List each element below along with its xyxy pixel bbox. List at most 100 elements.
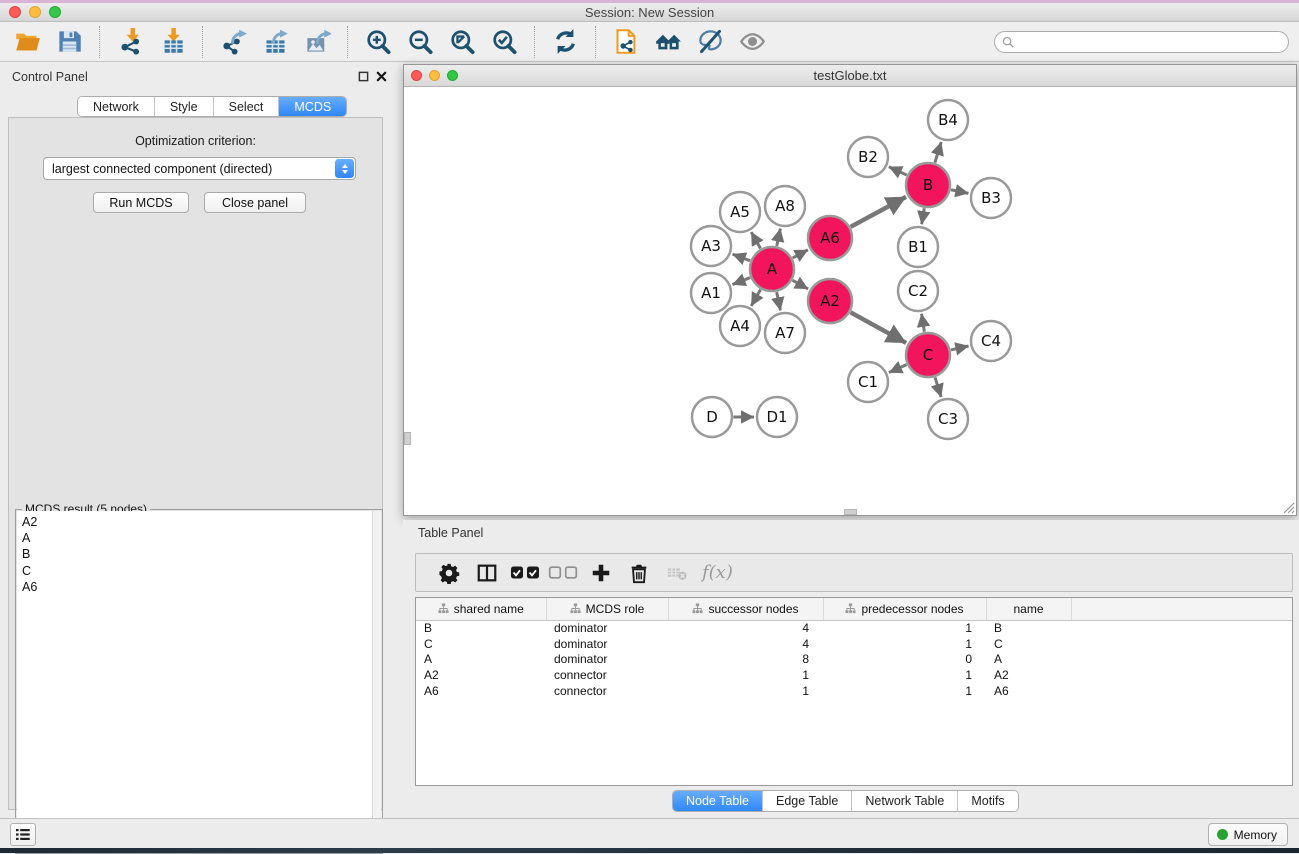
table-cell[interactable]: 1 bbox=[823, 683, 986, 699]
column-header-successor-nodes[interactable]: successor nodes bbox=[668, 598, 823, 620]
result-item[interactable]: A bbox=[17, 530, 381, 546]
table-cell[interactable]: connector bbox=[546, 683, 668, 699]
node-A8[interactable]: A8 bbox=[765, 186, 805, 226]
tab-select[interactable]: Select bbox=[214, 97, 280, 116]
toggle-style-button[interactable] bbox=[689, 25, 731, 59]
table-cell[interactable]: A bbox=[986, 651, 1071, 667]
edge-C-C3[interactable] bbox=[935, 377, 941, 397]
edge-A-A6[interactable] bbox=[793, 250, 808, 258]
canvas-hscroll-thumb[interactable] bbox=[844, 509, 857, 515]
table-cell[interactable]: B bbox=[986, 620, 1071, 636]
deselect-all-button[interactable] bbox=[544, 558, 582, 588]
criterion-dropdown[interactable]: largest connected component (directed) bbox=[43, 157, 356, 180]
table-cell[interactable]: C bbox=[986, 636, 1071, 652]
network-from-file-button[interactable] bbox=[605, 25, 647, 59]
close-panel-button[interactable]: Close panel bbox=[204, 192, 306, 213]
select-all-button[interactable] bbox=[506, 558, 544, 588]
tab-network-table[interactable]: Network Table bbox=[852, 791, 958, 811]
table-row[interactable]: A2connector11A2 bbox=[416, 667, 1292, 683]
table-cell[interactable]: C bbox=[416, 636, 546, 652]
search-input[interactable] bbox=[994, 31, 1289, 53]
add-column-button[interactable] bbox=[582, 558, 620, 588]
edge-A-A7[interactable] bbox=[777, 292, 781, 310]
column-header-shared-name[interactable]: shared name bbox=[416, 598, 546, 620]
tab-mcds[interactable]: MCDS bbox=[279, 97, 346, 116]
node-B3[interactable]: B3 bbox=[971, 178, 1011, 218]
float-panel-icon[interactable] bbox=[358, 71, 369, 82]
edge-A-A1[interactable] bbox=[732, 278, 750, 285]
export-image-button[interactable] bbox=[296, 25, 338, 59]
node-D1[interactable]: D1 bbox=[757, 397, 797, 437]
node-C4[interactable]: C4 bbox=[971, 321, 1011, 361]
node-B1[interactable]: B1 bbox=[898, 227, 938, 267]
column-header-name[interactable]: name bbox=[986, 598, 1071, 620]
tab-network[interactable]: Network bbox=[78, 97, 155, 116]
table-cell[interactable]: 4 bbox=[668, 636, 823, 652]
node-A[interactable]: A bbox=[750, 247, 794, 291]
resize-corner-icon[interactable] bbox=[1282, 501, 1295, 514]
table-row[interactable]: Bdominator41B bbox=[416, 620, 1292, 636]
table-cell[interactable]: 4 bbox=[668, 620, 823, 636]
edge-A-A4[interactable] bbox=[751, 289, 760, 305]
table-cell[interactable]: dominator bbox=[546, 636, 668, 652]
show-hide-button[interactable] bbox=[731, 25, 773, 59]
edge-A2-C[interactable] bbox=[851, 312, 907, 343]
import-table-button[interactable] bbox=[151, 25, 193, 59]
result-list-scrollbar[interactable] bbox=[372, 511, 381, 852]
tab-node-table[interactable]: Node Table bbox=[673, 791, 763, 811]
node-A1[interactable]: A1 bbox=[691, 273, 731, 313]
table-cell[interactable]: A6 bbox=[416, 683, 546, 699]
table-cell[interactable]: A2 bbox=[986, 667, 1071, 683]
table-cell[interactable]: A bbox=[416, 651, 546, 667]
column-header-MCDS-role[interactable]: MCDS role bbox=[546, 598, 668, 620]
export-network-button[interactable] bbox=[212, 25, 254, 59]
task-history-button[interactable] bbox=[10, 823, 36, 846]
tab-style[interactable]: Style bbox=[155, 97, 214, 116]
edge-C-C4[interactable] bbox=[951, 346, 969, 350]
table-cell[interactable]: 1 bbox=[668, 667, 823, 683]
edge-A-A3[interactable] bbox=[733, 254, 750, 261]
tab-motifs[interactable]: Motifs bbox=[958, 791, 1017, 811]
edge-A6-B[interactable] bbox=[851, 197, 906, 227]
node-D[interactable]: D bbox=[692, 397, 732, 437]
mcds-result-list[interactable]: A2ABCA6 bbox=[17, 511, 381, 852]
node-C[interactable]: C bbox=[906, 333, 950, 377]
node-B4[interactable]: B4 bbox=[928, 100, 968, 140]
node-B2[interactable]: B2 bbox=[848, 137, 888, 177]
node-A6[interactable]: A6 bbox=[808, 216, 852, 260]
settings-button[interactable] bbox=[430, 558, 468, 588]
result-item[interactable]: B bbox=[17, 546, 381, 562]
table-cell[interactable]: A2 bbox=[416, 667, 546, 683]
split-view-button[interactable] bbox=[468, 558, 506, 588]
table-cell[interactable]: dominator bbox=[546, 620, 668, 636]
memory-button[interactable]: Memory bbox=[1208, 823, 1288, 846]
column-header-predecessor-nodes[interactable]: predecessor nodes bbox=[823, 598, 986, 620]
table-cell[interactable]: 1 bbox=[823, 667, 986, 683]
node-C3[interactable]: C3 bbox=[928, 399, 968, 439]
export-table-button[interactable] bbox=[254, 25, 296, 59]
table-cell[interactable]: 1 bbox=[823, 636, 986, 652]
tab-edge-table[interactable]: Edge Table bbox=[763, 791, 852, 811]
result-item[interactable]: A2 bbox=[17, 514, 381, 530]
open-session-button[interactable] bbox=[6, 25, 48, 59]
table-cell[interactable]: dominator bbox=[546, 651, 668, 667]
node-A3[interactable]: A3 bbox=[691, 226, 731, 266]
edge-A-A8[interactable] bbox=[777, 229, 781, 246]
zoom-in-button[interactable] bbox=[357, 25, 399, 59]
result-item[interactable]: C bbox=[17, 563, 381, 579]
edge-B-B3[interactable] bbox=[951, 190, 968, 194]
edge-B-B4[interactable] bbox=[935, 142, 941, 163]
edge-B-B2[interactable] bbox=[889, 167, 907, 175]
close-panel-icon[interactable] bbox=[376, 71, 387, 82]
edge-B-B1[interactable] bbox=[922, 208, 925, 224]
delete-column-button[interactable] bbox=[620, 558, 658, 588]
table-cell[interactable]: A6 bbox=[986, 683, 1071, 699]
edge-C-C2[interactable] bbox=[922, 314, 925, 332]
node-A4[interactable]: A4 bbox=[720, 306, 760, 346]
edge-A-A2[interactable] bbox=[793, 280, 809, 289]
edge-C-C1[interactable] bbox=[889, 365, 907, 373]
table-cell[interactable]: connector bbox=[546, 667, 668, 683]
edge-A-A5[interactable] bbox=[751, 232, 760, 248]
table-row[interactable]: Cdominator41C bbox=[416, 636, 1292, 652]
canvas-vscroll-thumb[interactable] bbox=[404, 432, 411, 445]
